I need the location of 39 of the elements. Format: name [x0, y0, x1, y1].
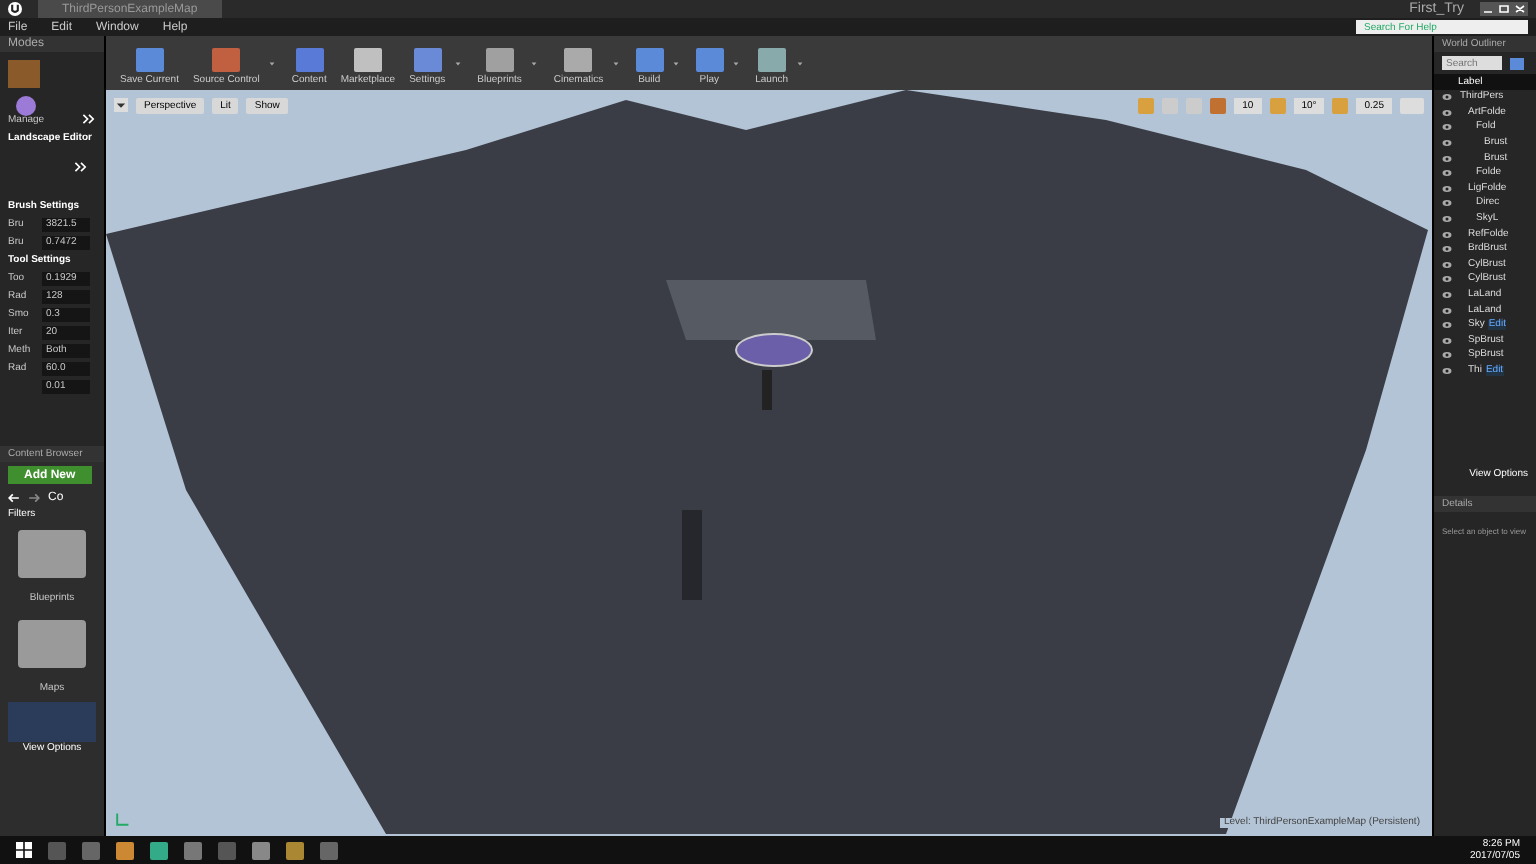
toolbar-icon	[695, 48, 724, 72]
eye-icon[interactable]	[1442, 365, 1452, 376]
eye-icon[interactable]	[1442, 305, 1452, 316]
eye-icon[interactable]	[1442, 259, 1452, 270]
toolbar-icon	[353, 48, 382, 72]
eye-icon[interactable]	[1442, 274, 1452, 285]
expand-icon[interactable]	[74, 160, 88, 174]
toolbar-icon	[135, 48, 164, 72]
eye-icon[interactable]	[1442, 107, 1452, 118]
toolbar-icon	[564, 48, 593, 72]
eye-icon[interactable]	[1442, 122, 1452, 133]
filter-icon[interactable]	[1510, 57, 1524, 69]
expand-icon[interactable]	[82, 112, 96, 126]
toolbar-icon	[635, 48, 664, 72]
toolbar-icon	[413, 48, 442, 72]
toolbar-icon	[212, 48, 241, 72]
eye-icon[interactable]	[1442, 335, 1452, 346]
eye-icon[interactable]	[1442, 153, 1452, 164]
toolbar-icon	[295, 48, 324, 72]
windows-logo-icon[interactable]	[16, 842, 32, 858]
eye-icon[interactable]	[1442, 198, 1452, 209]
axis-gizmo-icon	[114, 812, 130, 828]
eye-icon[interactable]	[1442, 138, 1452, 149]
toolbar-icon	[485, 48, 514, 72]
eye-icon[interactable]	[1442, 320, 1452, 331]
dropdown-caret-icon[interactable]	[114, 98, 128, 112]
eye-icon[interactable]	[1442, 92, 1452, 103]
toolbar-icon	[757, 48, 786, 72]
forward-arrow-icon[interactable]	[28, 491, 40, 503]
back-arrow-icon[interactable]	[8, 491, 20, 503]
eye-icon[interactable]	[1442, 168, 1452, 179]
eye-icon[interactable]	[1442, 229, 1452, 240]
eye-icon[interactable]	[1442, 183, 1452, 194]
eye-icon[interactable]	[1442, 350, 1452, 361]
eye-icon[interactable]	[1442, 244, 1452, 255]
asset-thumbnail[interactable]	[8, 702, 96, 742]
window-controls[interactable]	[1480, 2, 1528, 16]
eye-icon[interactable]	[1442, 214, 1452, 225]
eye-icon[interactable]	[1442, 290, 1452, 301]
